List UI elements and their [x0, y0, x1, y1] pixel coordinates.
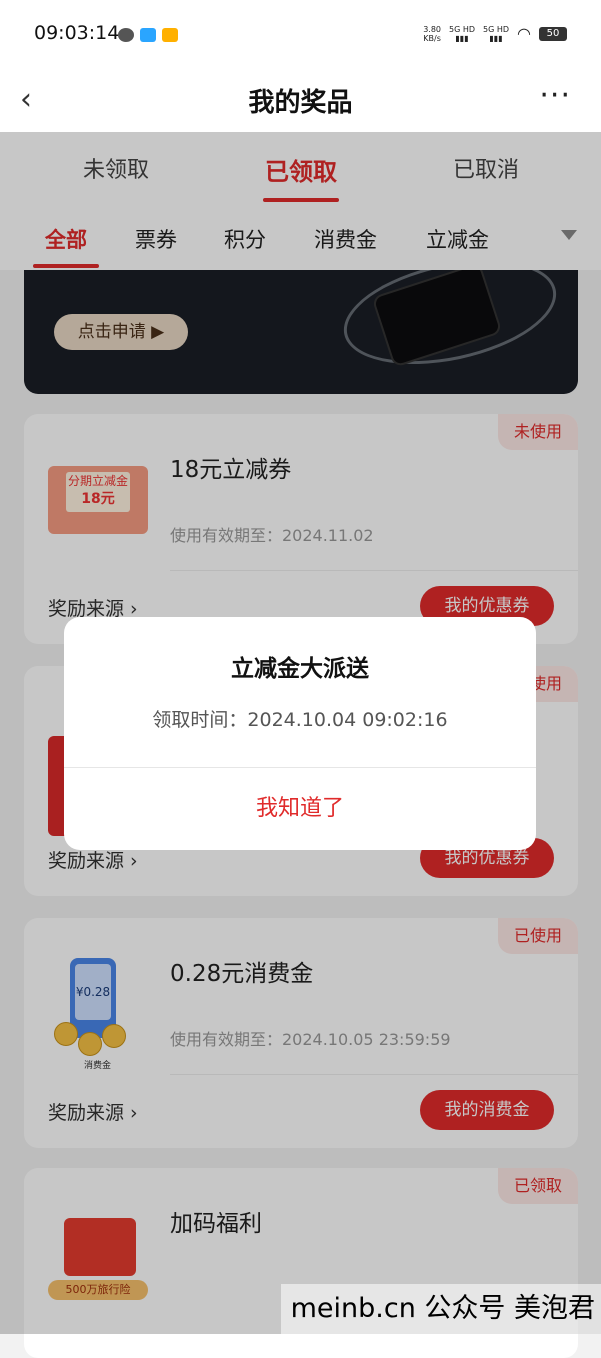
dialog-claim-time: 领取时间：2024.10.04 09:02:16	[152, 709, 448, 731]
got-it-button[interactable]: 我知道了	[64, 767, 536, 850]
dialog-title: 立减金大派送	[231, 656, 369, 682]
status-right: 3.80 KB/s 5G HD ▮▮▮ 5G HD ▮▮▮ ◠ 50	[423, 24, 567, 43]
app-icon	[140, 28, 156, 42]
nav-bar: ‹ 我的奖品 ···	[0, 70, 601, 132]
status-time: 09:03:14	[34, 22, 120, 44]
status-bar: 09:03:14 3.80 KB/s 5G HD ▮▮▮ 5G HD ▮▮▮ ◠ 50	[0, 0, 601, 70]
more-icon[interactable]: ···	[539, 78, 571, 113]
chat-icon	[118, 28, 134, 42]
signal-icon: 5G HD ▮▮▮	[449, 24, 476, 43]
battery-icon: 50	[539, 26, 567, 41]
wifi-icon: ◠	[517, 24, 531, 43]
network-speed: 3.80 KB/s	[423, 24, 441, 43]
claim-info-dialog: 立减金大派送 领取时间：2024.10.04 09:02:16 我知道了	[64, 617, 536, 850]
watermark-text: meinb.cn 公众号 美泡君	[280, 1284, 601, 1334]
signal-icon-2: 5G HD ▮▮▮	[483, 24, 510, 43]
app-icon-2	[162, 28, 178, 42]
status-app-icons	[118, 28, 178, 42]
page-title: 我的奖品	[248, 88, 353, 118]
